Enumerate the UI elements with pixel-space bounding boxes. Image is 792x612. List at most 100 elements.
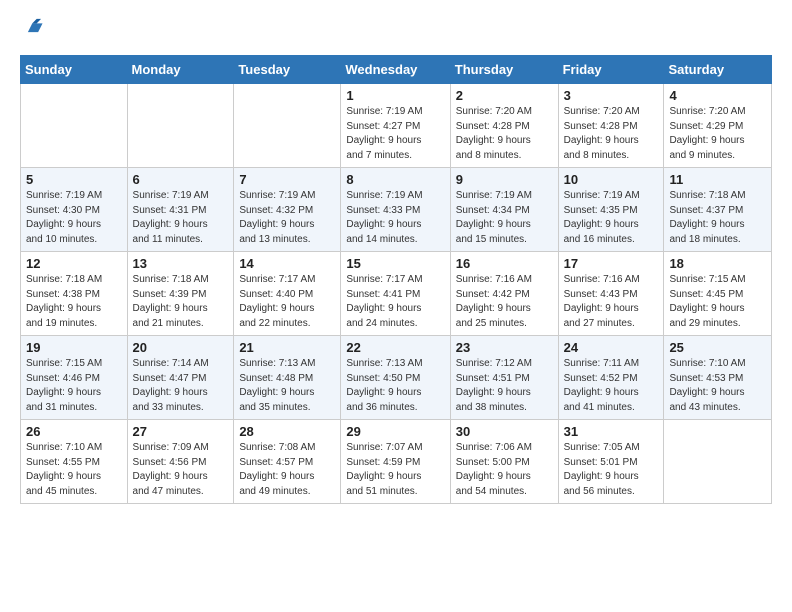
day-number: 11 <box>669 172 766 187</box>
day-info: Sunrise: 7:20 AM Sunset: 4:29 PM Dayligh… <box>669 105 766 163</box>
calendar-cell: 20 Sunrise: 7:14 AM Sunset: 4:47 PM Dayli… <box>127 336 234 420</box>
calendar-cell: 24 Sunrise: 7:11 AM Sunset: 4:52 PM Dayli… <box>558 336 664 420</box>
day-info: Sunrise: 7:19 AM Sunset: 4:35 PM Dayligh… <box>564 189 659 247</box>
weekday-header-friday: Friday <box>558 56 664 84</box>
day-number: 2 <box>456 88 553 103</box>
calendar-cell: 23 Sunrise: 7:12 AM Sunset: 4:51 PM Dayli… <box>450 336 558 420</box>
day-number: 6 <box>133 172 229 187</box>
day-info: Sunrise: 7:07 AM Sunset: 4:59 PM Dayligh… <box>346 441 444 499</box>
weekday-header-tuesday: Tuesday <box>234 56 341 84</box>
day-number: 14 <box>239 256 335 271</box>
day-info: Sunrise: 7:17 AM Sunset: 4:40 PM Dayligh… <box>239 273 335 331</box>
day-info: Sunrise: 7:16 AM Sunset: 4:42 PM Dayligh… <box>456 273 553 331</box>
calendar-cell: 18Sunrise: 7:15 AM Sunset: 4:45 PM Dayli… <box>664 252 772 336</box>
day-number: 12 <box>26 256 122 271</box>
day-number: 23 <box>456 340 553 355</box>
day-info: Sunrise: 7:19 AM Sunset: 4:34 PM Dayligh… <box>456 189 553 247</box>
calendar-cell <box>234 84 341 168</box>
day-info: Sunrise: 7:18 AM Sunset: 4:37 PM Dayligh… <box>669 189 766 247</box>
page: SundayMondayTuesdayWednesdayThursdayFrid… <box>0 0 792 514</box>
day-info: Sunrise: 7:12 AM Sunset: 4:51 PM Dayligh… <box>456 357 553 415</box>
calendar-cell: 13 Sunrise: 7:18 AM Sunset: 4:39 PM Dayli… <box>127 252 234 336</box>
day-info: Sunrise: 7:18 AM Sunset: 4:39 PM Dayligh… <box>133 273 229 331</box>
calendar-cell: 6 Sunrise: 7:19 AM Sunset: 4:31 PM Daylig… <box>127 168 234 252</box>
calendar-cell: 12 Sunrise: 7:18 AM Sunset: 4:38 PM Dayli… <box>21 252 128 336</box>
weekday-header-saturday: Saturday <box>664 56 772 84</box>
day-number: 22 <box>346 340 444 355</box>
day-info: Sunrise: 7:19 AM Sunset: 4:33 PM Dayligh… <box>346 189 444 247</box>
calendar-cell: 8 Sunrise: 7:19 AM Sunset: 4:33 PM Daylig… <box>341 168 450 252</box>
logo-icon <box>22 16 44 38</box>
day-info: Sunrise: 7:15 AM Sunset: 4:46 PM Dayligh… <box>26 357 122 415</box>
calendar-week-5: 26 Sunrise: 7:10 AM Sunset: 4:55 PM Dayli… <box>21 420 772 504</box>
calendar-cell: 1 Sunrise: 7:19 AM Sunset: 4:27 PM Daylig… <box>341 84 450 168</box>
day-number: 7 <box>239 172 335 187</box>
calendar-cell: 15Sunrise: 7:17 AM Sunset: 4:41 PM Dayli… <box>341 252 450 336</box>
day-number: 16 <box>456 256 553 271</box>
day-info: Sunrise: 7:08 AM Sunset: 4:57 PM Dayligh… <box>239 441 335 499</box>
day-number: 13 <box>133 256 229 271</box>
day-number: 19 <box>26 340 122 355</box>
calendar-cell: 25 Sunrise: 7:10 AM Sunset: 4:53 PM Dayli… <box>664 336 772 420</box>
day-number: 27 <box>133 424 229 439</box>
calendar-table: SundayMondayTuesdayWednesdayThursdayFrid… <box>20 55 772 504</box>
day-info: Sunrise: 7:20 AM Sunset: 4:28 PM Dayligh… <box>564 105 659 163</box>
weekday-header-monday: Monday <box>127 56 234 84</box>
calendar-cell <box>21 84 128 168</box>
calendar-week-4: 19 Sunrise: 7:15 AM Sunset: 4:46 PM Dayli… <box>21 336 772 420</box>
weekday-header-wednesday: Wednesday <box>341 56 450 84</box>
day-number: 8 <box>346 172 444 187</box>
day-number: 1 <box>346 88 444 103</box>
day-info: Sunrise: 7:19 AM Sunset: 4:30 PM Dayligh… <box>26 189 122 247</box>
day-info: Sunrise: 7:13 AM Sunset: 4:50 PM Dayligh… <box>346 357 444 415</box>
day-number: 26 <box>26 424 122 439</box>
calendar-cell: 31Sunrise: 7:05 AM Sunset: 5:01 PM Dayli… <box>558 420 664 504</box>
day-number: 20 <box>133 340 229 355</box>
day-number: 18 <box>669 256 766 271</box>
calendar-cell: 26 Sunrise: 7:10 AM Sunset: 4:55 PM Dayli… <box>21 420 128 504</box>
day-number: 9 <box>456 172 553 187</box>
calendar-cell: 3 Sunrise: 7:20 AM Sunset: 4:28 PM Daylig… <box>558 84 664 168</box>
day-info: Sunrise: 7:06 AM Sunset: 5:00 PM Dayligh… <box>456 441 553 499</box>
weekday-header-sunday: Sunday <box>21 56 128 84</box>
day-number: 4 <box>669 88 766 103</box>
logo <box>20 16 44 45</box>
calendar-cell: 10Sunrise: 7:19 AM Sunset: 4:35 PM Dayli… <box>558 168 664 252</box>
day-number: 29 <box>346 424 444 439</box>
day-info: Sunrise: 7:10 AM Sunset: 4:53 PM Dayligh… <box>669 357 766 415</box>
calendar-week-2: 5Sunrise: 7:19 AM Sunset: 4:30 PM Daylig… <box>21 168 772 252</box>
calendar-cell <box>127 84 234 168</box>
day-info: Sunrise: 7:18 AM Sunset: 4:38 PM Dayligh… <box>26 273 122 331</box>
calendar-cell: 27 Sunrise: 7:09 AM Sunset: 4:56 PM Dayli… <box>127 420 234 504</box>
calendar-cell: 5Sunrise: 7:19 AM Sunset: 4:30 PM Daylig… <box>21 168 128 252</box>
day-info: Sunrise: 7:20 AM Sunset: 4:28 PM Dayligh… <box>456 105 553 163</box>
calendar-cell: 16 Sunrise: 7:16 AM Sunset: 4:42 PM Dayli… <box>450 252 558 336</box>
day-number: 30 <box>456 424 553 439</box>
day-info: Sunrise: 7:14 AM Sunset: 4:47 PM Dayligh… <box>133 357 229 415</box>
day-number: 21 <box>239 340 335 355</box>
calendar-cell: 2 Sunrise: 7:20 AM Sunset: 4:28 PM Daylig… <box>450 84 558 168</box>
calendar-week-1: 1 Sunrise: 7:19 AM Sunset: 4:27 PM Daylig… <box>21 84 772 168</box>
day-info: Sunrise: 7:19 AM Sunset: 4:31 PM Dayligh… <box>133 189 229 247</box>
day-number: 31 <box>564 424 659 439</box>
calendar-cell: 4 Sunrise: 7:20 AM Sunset: 4:29 PM Daylig… <box>664 84 772 168</box>
calendar-cell: 17Sunrise: 7:16 AM Sunset: 4:43 PM Dayli… <box>558 252 664 336</box>
day-info: Sunrise: 7:09 AM Sunset: 4:56 PM Dayligh… <box>133 441 229 499</box>
day-number: 24 <box>564 340 659 355</box>
calendar-cell <box>664 420 772 504</box>
day-number: 15 <box>346 256 444 271</box>
calendar-cell: 21Sunrise: 7:13 AM Sunset: 4:48 PM Dayli… <box>234 336 341 420</box>
calendar-cell: 9 Sunrise: 7:19 AM Sunset: 4:34 PM Daylig… <box>450 168 558 252</box>
calendar-cell: 30 Sunrise: 7:06 AM Sunset: 5:00 PM Dayli… <box>450 420 558 504</box>
header <box>20 16 772 45</box>
day-number: 25 <box>669 340 766 355</box>
calendar-cell: 22 Sunrise: 7:13 AM Sunset: 4:50 PM Dayli… <box>341 336 450 420</box>
day-number: 28 <box>239 424 335 439</box>
day-number: 3 <box>564 88 659 103</box>
day-info: Sunrise: 7:19 AM Sunset: 4:32 PM Dayligh… <box>239 189 335 247</box>
day-info: Sunrise: 7:10 AM Sunset: 4:55 PM Dayligh… <box>26 441 122 499</box>
day-info: Sunrise: 7:19 AM Sunset: 4:27 PM Dayligh… <box>346 105 444 163</box>
calendar-cell: 19 Sunrise: 7:15 AM Sunset: 4:46 PM Dayli… <box>21 336 128 420</box>
day-info: Sunrise: 7:11 AM Sunset: 4:52 PM Dayligh… <box>564 357 659 415</box>
weekday-header-row: SundayMondayTuesdayWednesdayThursdayFrid… <box>21 56 772 84</box>
